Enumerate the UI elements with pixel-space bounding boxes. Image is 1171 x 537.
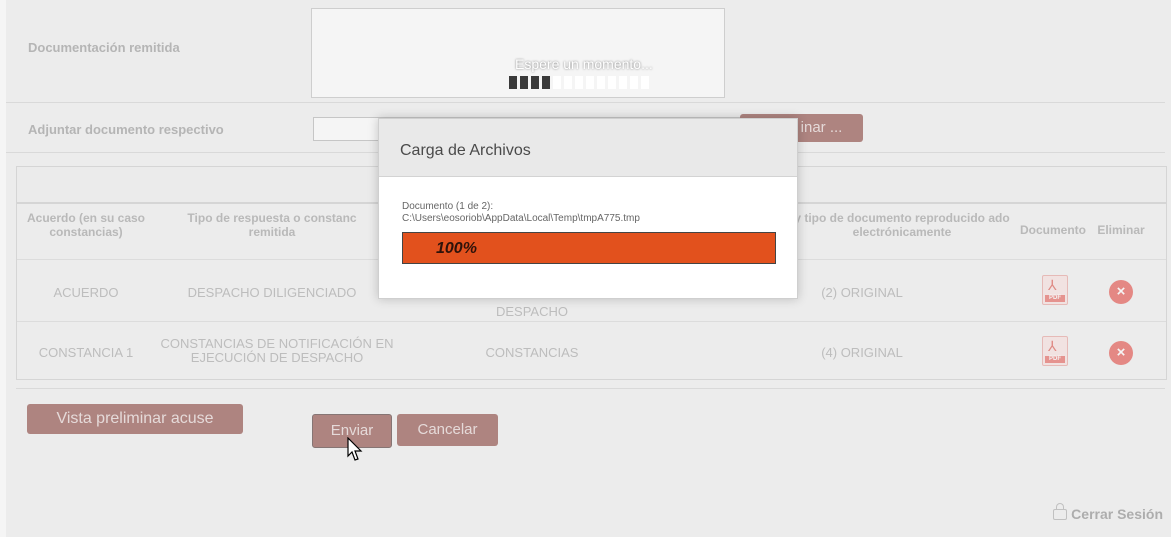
loading-bars: [509, 76, 669, 90]
upload-dialog: Carga de Archivos Documento (1 de 2): C:…: [378, 118, 798, 299]
loading-bar: [509, 76, 517, 89]
document-info: Documento (1 de 2): C:\Users\eosoriob\Ap…: [402, 201, 640, 225]
loading-bar: [575, 76, 583, 89]
loading-bar: [564, 76, 572, 89]
loading-bar: [531, 76, 539, 89]
loading-bar: [553, 76, 561, 89]
mouse-cursor-icon: [347, 437, 363, 461]
document-counter: Documento (1 de 2):: [402, 201, 494, 212]
document-path: C:\Users\eosoriob\AppData\Local\Temp\tmp…: [402, 213, 640, 224]
progress-label: 100%: [436, 240, 477, 257]
loading-text: Espere un momento...: [515, 56, 653, 72]
loading-bar: [641, 76, 649, 89]
loading-indicator: Espere un momento...: [509, 56, 669, 90]
loading-bar: [608, 76, 616, 89]
loading-bar: [542, 76, 550, 89]
upload-progress-bar: 100%: [402, 232, 776, 264]
loading-bar: [597, 76, 605, 89]
loading-bar: [630, 76, 638, 89]
loading-bar: [619, 76, 627, 89]
dialog-title: Carga de Archivos: [400, 142, 531, 159]
loading-bar: [520, 76, 528, 89]
loading-bar: [586, 76, 594, 89]
